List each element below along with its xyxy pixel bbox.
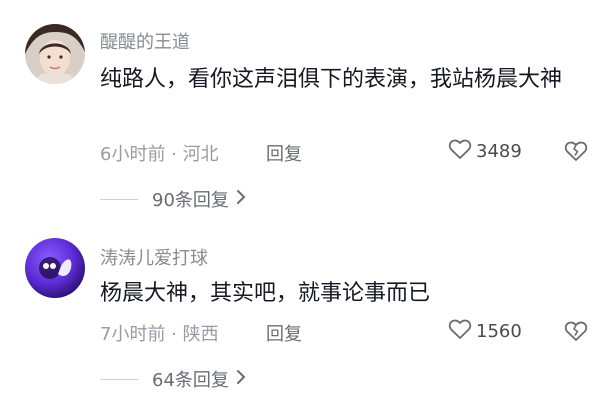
comment-text: 纯路人，看你这声泪俱下的表演，我站杨晨大神 (100, 67, 563, 92)
dislike-button[interactable] (564, 320, 588, 346)
comment-username[interactable]: 醍醍的王道 (100, 28, 190, 54)
comment-time-location: 7小时前 · 陕西 (100, 324, 219, 345)
heart-icon (448, 138, 472, 165)
avatar[interactable] (25, 24, 85, 84)
replies-count-label: 64条回复 (152, 370, 229, 391)
view-replies-button[interactable]: 64条回复 (100, 366, 247, 392)
divider-line (100, 378, 138, 380)
reply-button[interactable]: 回复 (266, 320, 302, 346)
divider-line (100, 198, 138, 200)
replies-count-label: 90条回复 (152, 190, 229, 211)
like-count: 1560 (476, 321, 522, 342)
chevron-right-icon (235, 369, 247, 390)
avatar[interactable] (25, 238, 85, 298)
dislike-button[interactable] (564, 140, 588, 166)
comment-item: 醍醍的王道 纯路人，看你这声泪俱下的表演，我站杨晨大神 6小时前 · 河北 回复… (0, 0, 600, 211)
like-button[interactable]: 1560 (448, 318, 522, 345)
broken-heart-icon (564, 321, 588, 346)
broken-heart-icon (564, 141, 588, 166)
heart-icon (448, 318, 472, 345)
comment-text: 杨晨大神，其实吧，就事论事而已 (100, 281, 431, 306)
comment-time-location: 6小时前 · 河北 (100, 144, 219, 165)
like-count: 3489 (476, 141, 522, 162)
comment-username[interactable]: 涛涛儿爱打球 (100, 244, 208, 270)
chevron-right-icon (235, 189, 247, 210)
like-button[interactable]: 3489 (448, 138, 522, 165)
comment-item: 涛涛儿爱打球 杨晨大神，其实吧，就事论事而已 7小时前 · 陕西 回复 1560… (0, 218, 600, 401)
view-replies-button[interactable]: 90条回复 (100, 186, 247, 212)
reply-button[interactable]: 回复 (266, 140, 302, 166)
